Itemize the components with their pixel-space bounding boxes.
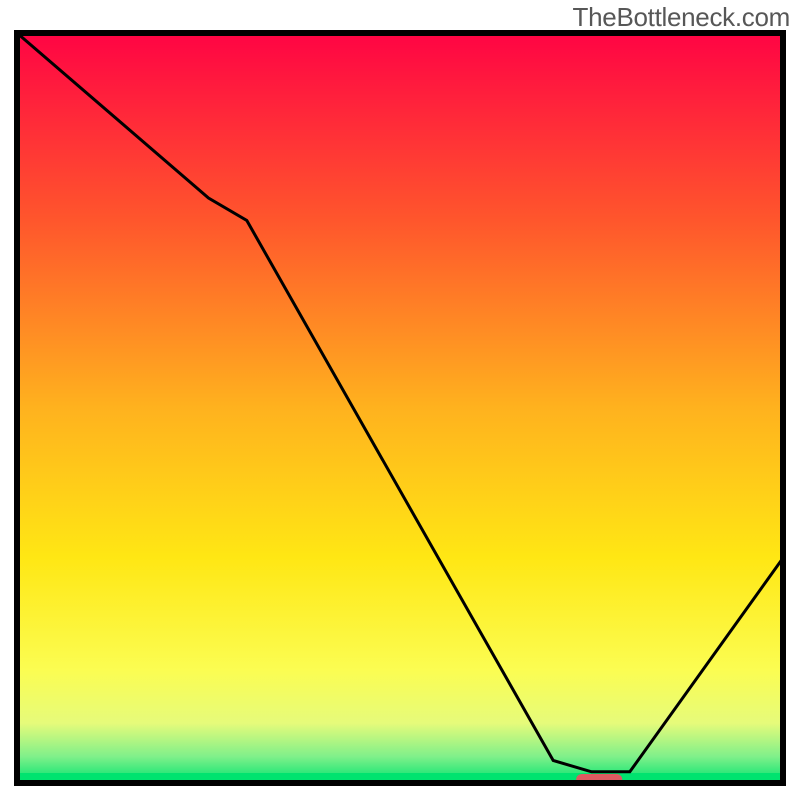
chart-background (17, 33, 783, 783)
bottleneck-chart (14, 30, 786, 786)
chart-frame: TheBottleneck.com (0, 0, 800, 800)
watermark-text: TheBottleneck.com (573, 2, 790, 33)
